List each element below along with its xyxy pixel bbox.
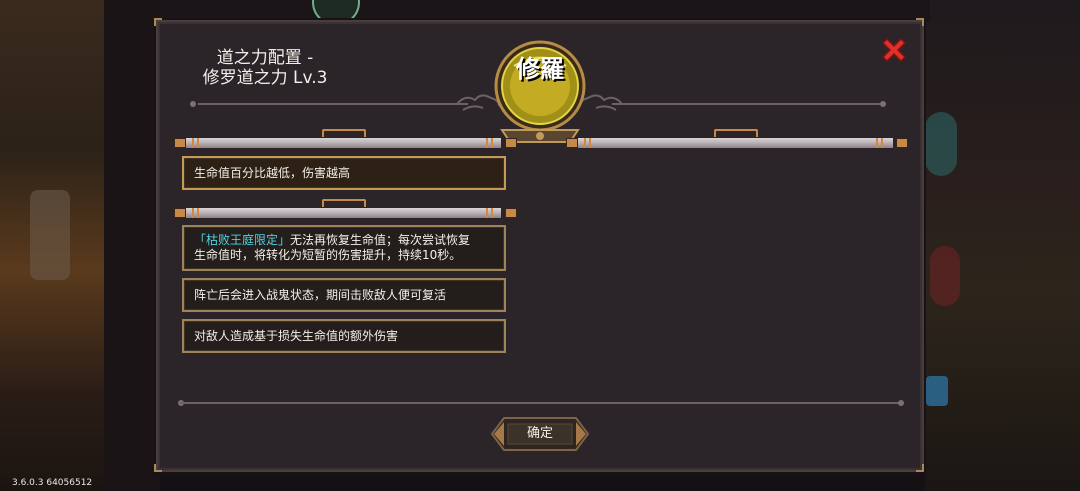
scroll-bar-right	[576, 137, 894, 149]
confirm-label: 确定	[526, 426, 553, 441]
confirm-button[interactable]: 确定	[490, 416, 590, 452]
primary-effect-text: 生命值百分比越低，伤害越高	[194, 165, 351, 180]
version-label: 3.6.0.3 64056512	[12, 478, 93, 488]
scroll-handle-left	[322, 129, 366, 137]
scroll-cap-secondary-a	[174, 208, 186, 218]
dialog-title: 道之力配置 - 修罗道之力 Lv.3	[180, 48, 350, 88]
bottom-divider-end-right	[898, 400, 904, 406]
effect-court-limited-text: 「枯败王庭限定」无法再恢复生命值；每次尝试恢复 生命值时，将转化为短暂的伤害提升…	[194, 233, 470, 263]
scroll-cap-right-a	[566, 138, 578, 148]
scroll-cap-left-a	[174, 138, 186, 148]
close-button[interactable]	[878, 34, 910, 66]
background-orb	[925, 112, 957, 176]
dialog-title-line1: 道之力配置 -	[216, 48, 314, 68]
scroll-bar-secondary	[184, 207, 502, 219]
scroll-handle-secondary	[322, 199, 366, 207]
scroll-tick	[486, 138, 488, 148]
header-divider-left	[198, 103, 468, 105]
scroll-tick	[197, 138, 199, 148]
effect-box-extra-damage: 对敌人造成基于损失生命值的额外伤害	[182, 319, 506, 353]
emblem-text: 修羅	[516, 55, 564, 83]
panel-corner-bottom-right	[916, 464, 924, 472]
effect-box-war-ghost: 阵亡后会进入战鬼状态，期间击败敌人便可复活	[182, 278, 506, 312]
effect-war-ghost-text: 阵亡后会进入战鬼状态，期间击败敌人便可复活	[194, 287, 447, 302]
background-orb-red	[930, 246, 960, 306]
close-icon	[881, 37, 907, 63]
effect-extra-damage-text: 对敌人造成基于损失生命值的额外伤害	[194, 328, 399, 343]
panel-corner-top-left	[154, 18, 162, 26]
scroll-tick	[876, 138, 878, 148]
background-scene-top	[160, 0, 930, 22]
scroll-cap-left-b	[505, 138, 517, 148]
divider-end-right	[880, 101, 886, 107]
scroll-tick	[491, 208, 493, 218]
background-character	[30, 190, 70, 280]
scroll-tick	[584, 138, 586, 148]
bottom-divider	[180, 402, 902, 404]
background-scene-strip	[104, 0, 160, 491]
background-skill-icon	[926, 376, 948, 406]
scroll-tick	[192, 208, 194, 218]
scroll-tick	[881, 138, 883, 148]
panel-corner-top-right	[916, 18, 924, 26]
effect-highlight-tag: 「枯败王庭限定」	[194, 233, 291, 247]
panel-corner-bottom-left	[154, 464, 162, 472]
primary-effect-box: 生命值百分比越低，伤害越高	[182, 156, 506, 190]
scroll-bar-left	[184, 137, 502, 149]
header-divider-right	[612, 103, 880, 105]
scroll-tick	[197, 208, 199, 218]
divider-end-left	[190, 101, 196, 107]
effect-line2: 生命值时，将转化为短暂的伤害提升，持续10秒。	[194, 248, 462, 262]
scroll-handle-right	[714, 129, 758, 137]
scroll-cap-right-b	[896, 138, 908, 148]
effect-box-court-limited: 「枯败王庭限定」无法再恢复生命值；每次尝试恢复 生命值时，将转化为短暂的伤害提升…	[182, 225, 506, 271]
scroll-cap-secondary-b	[505, 208, 517, 218]
scroll-tick	[589, 138, 591, 148]
dialog-title-line2: 修罗道之力 Lv.3	[202, 68, 328, 88]
effect-line1: 无法再恢复生命值；每次尝试恢复	[290, 233, 471, 247]
scroll-tick	[192, 138, 194, 148]
scroll-tick	[486, 208, 488, 218]
scroll-tick	[491, 138, 493, 148]
shura-emblem: 修羅	[494, 40, 586, 132]
